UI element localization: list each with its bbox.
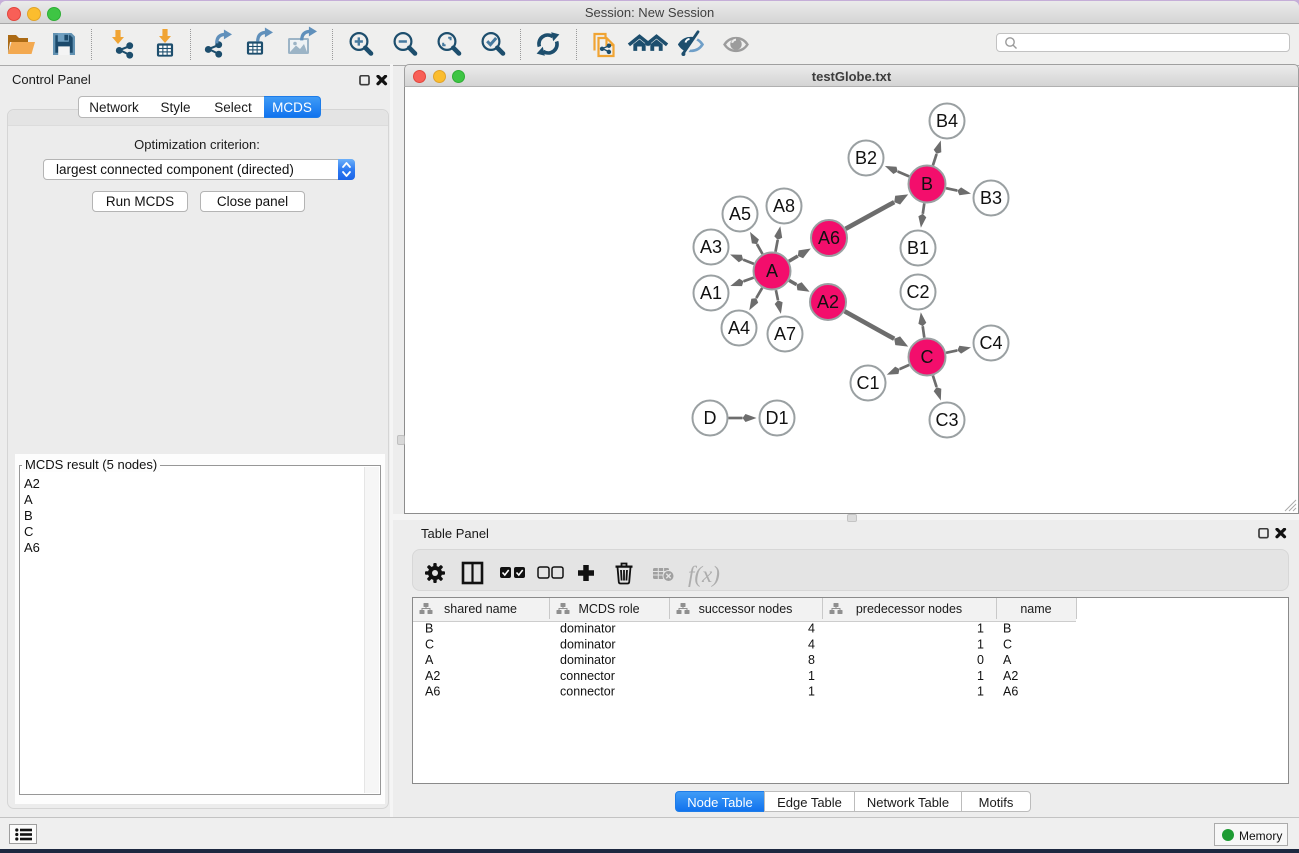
svg-text:1: 1 — [977, 669, 984, 683]
svg-text:4: 4 — [808, 622, 815, 636]
svg-text:predecessor nodes: predecessor nodes — [856, 602, 962, 616]
svg-text:4: 4 — [808, 637, 815, 651]
svg-text:1: 1 — [808, 669, 815, 683]
svg-text:A2: A2 — [1003, 669, 1018, 683]
svg-text:A2: A2 — [425, 669, 440, 683]
svg-text:C: C — [425, 637, 434, 651]
svg-text:B: B — [1003, 622, 1011, 636]
svg-text:MCDS role: MCDS role — [578, 602, 639, 616]
svg-text:B: B — [425, 622, 433, 636]
svg-text:A6: A6 — [425, 685, 440, 699]
svg-text:C: C — [1003, 637, 1012, 651]
svg-text:connector: connector — [560, 669, 615, 683]
svg-text:name: name — [1020, 602, 1051, 616]
svg-text:f(x): f(x) — [688, 562, 720, 587]
svg-text:1: 1 — [808, 685, 815, 699]
svg-text:successor nodes: successor nodes — [699, 602, 793, 616]
svg-text:A: A — [1003, 653, 1012, 667]
svg-text:0: 0 — [977, 653, 984, 667]
svg-text:dominator: dominator — [560, 637, 616, 651]
svg-text:A6: A6 — [1003, 685, 1018, 699]
svg-text:dominator: dominator — [560, 653, 616, 667]
svg-text:1: 1 — [977, 685, 984, 699]
svg-text:1: 1 — [977, 622, 984, 636]
svg-text:1: 1 — [977, 637, 984, 651]
svg-text:A: A — [425, 653, 434, 667]
svg-text:shared name: shared name — [444, 602, 517, 616]
svg-text:connector: connector — [560, 685, 615, 699]
svg-text:8: 8 — [808, 653, 815, 667]
svg-text:dominator: dominator — [560, 622, 616, 636]
